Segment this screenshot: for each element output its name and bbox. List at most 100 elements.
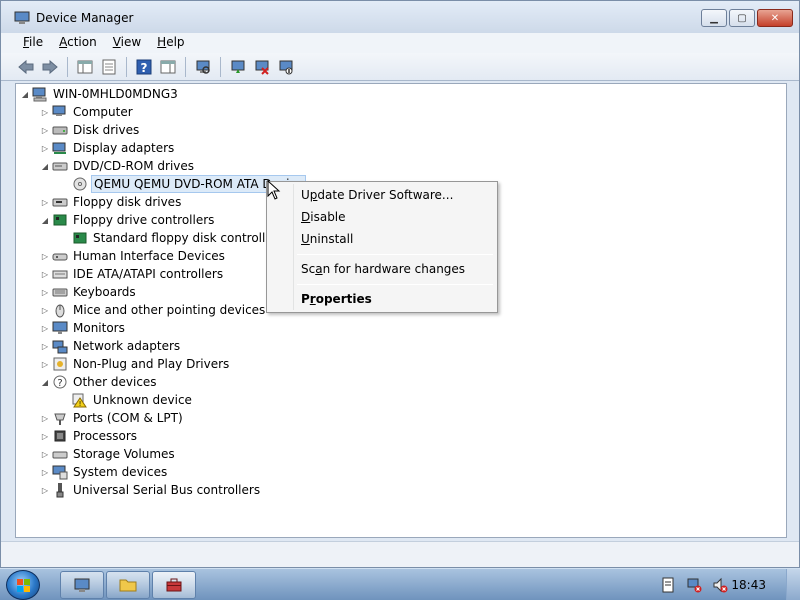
menu-help[interactable]: Help — [149, 33, 192, 53]
uninstall-menu-item[interactable]: Uninstall — [301, 232, 353, 246]
taskbar-server-manager-button[interactable] — [60, 571, 104, 599]
tree-item[interactable]: ◢ DVD/CD-ROM drives — [40, 157, 196, 175]
maximize-icon: ▢ — [737, 12, 747, 24]
tree-item[interactable]: Standard floppy disk controller — [60, 229, 280, 247]
show-desktop-button[interactable] — [786, 569, 800, 600]
properties-button[interactable] — [98, 56, 120, 78]
uninstall-post: ninstall — [309, 232, 354, 246]
tree-item[interactable]: ▷ Monitors — [40, 319, 127, 337]
tree-item[interactable]: ▷ Universal Serial Bus controllers — [40, 481, 262, 499]
display-adapter-icon — [52, 140, 68, 156]
collapse-icon[interactable]: ◢ — [20, 90, 30, 99]
context-menu-separator — [297, 284, 493, 285]
tree-item[interactable]: ▷ Storage Volumes — [40, 445, 177, 463]
tree-item[interactable]: ▷ Ports (COM & LPT) — [40, 409, 185, 427]
toolbar-separator — [67, 56, 68, 77]
taskbar-device-manager-button[interactable] — [152, 571, 196, 599]
collapse-icon[interactable]: ◢ — [40, 378, 50, 387]
device-manager-icon — [14, 11, 30, 24]
mouse-icon — [52, 302, 68, 318]
tree-item[interactable]: ▷ Non-Plug and Play Drivers — [40, 355, 231, 373]
scan-accel: a — [315, 262, 323, 276]
expand-icon[interactable]: ▷ — [40, 324, 50, 333]
tree-item-label: Standard floppy disk controller — [93, 231, 278, 245]
expand-icon[interactable]: ▷ — [40, 432, 50, 441]
tree-item[interactable]: ▷ Disk drives — [40, 121, 141, 139]
collapse-icon[interactable]: ◢ — [40, 162, 50, 171]
network-disconnected-icon[interactable] — [686, 577, 702, 593]
other-devices-icon: ? — [52, 374, 68, 390]
expand-icon[interactable]: ▷ — [40, 306, 50, 315]
tree-item-label: Other devices — [73, 375, 157, 389]
expand-icon[interactable]: ▷ — [40, 414, 50, 423]
tree-item[interactable]: ▷ System devices — [40, 463, 169, 481]
tree-item[interactable]: ▷ Processors — [40, 427, 139, 445]
disable-accel: D — [301, 210, 311, 224]
volume-muted-icon[interactable] — [712, 577, 728, 593]
update-driver-button[interactable] — [227, 56, 249, 78]
scan-pre: Sc — [301, 262, 316, 276]
expand-icon[interactable]: ▷ — [40, 468, 50, 477]
tree-item[interactable]: ▷ Network adapters — [40, 337, 182, 355]
expand-icon[interactable]: ▷ — [40, 450, 50, 459]
scan-hardware-button[interactable] — [192, 56, 214, 78]
menu-view[interactable]: View — [105, 33, 149, 53]
expand-icon[interactable]: ▷ — [40, 126, 50, 135]
uninstall-button[interactable] — [251, 56, 273, 78]
tree-item[interactable]: ◢? Other devices — [40, 373, 159, 391]
tree-root[interactable]: ◢ WIN-0MHLD0MDNG3 — [20, 85, 180, 103]
expand-icon[interactable]: ▷ — [40, 144, 50, 153]
status-bar — [1, 541, 799, 567]
tree-item[interactable]: ▷ IDE ATA/ATAPI controllers — [40, 265, 225, 283]
unknown-device-warning-icon: ! — [72, 392, 88, 408]
tree-item[interactable]: ▷ Human Interface Devices — [40, 247, 227, 265]
scan-hardware-menu-item[interactable]: Scan for hardware changes — [301, 262, 465, 276]
menu-action[interactable]: Action — [51, 33, 105, 53]
update-driver-menu-item[interactable]: Update Driver Software... — [301, 188, 453, 202]
tree-item[interactable]: ▷ Display adapters — [40, 139, 176, 157]
clock[interactable]: 18:43 — [731, 578, 766, 592]
properties-menu-item[interactable]: Properties — [301, 292, 372, 306]
scan-post: n for hardware changes — [322, 262, 466, 276]
dvd-drive-icon — [52, 158, 68, 174]
action-center-icon[interactable] — [660, 577, 676, 593]
toolbar-separator — [126, 56, 127, 77]
dvd-device-icon — [72, 176, 88, 192]
tree-item[interactable]: ! Unknown device — [60, 391, 194, 409]
help-button[interactable]: ? — [133, 56, 155, 78]
forward-button[interactable] — [39, 56, 61, 78]
show-hide-console-tree-button[interactable] — [74, 56, 96, 78]
tree-item[interactable]: ▷ Keyboards — [40, 283, 138, 301]
minimize-button[interactable]: ▁ — [701, 9, 727, 27]
tree-item[interactable]: ▷ Computer — [40, 103, 135, 121]
expand-icon[interactable]: ▷ — [40, 108, 50, 117]
disable-icon — [279, 60, 293, 74]
back-button[interactable] — [15, 56, 37, 78]
tree-item-label: Human Interface Devices — [73, 249, 225, 263]
expand-icon[interactable]: ▷ — [40, 342, 50, 351]
properties-pre: P — [301, 292, 310, 306]
menu-file[interactable]: File — [15, 33, 51, 53]
collapse-icon[interactable]: ◢ — [40, 216, 50, 225]
show-action-pane-button[interactable] — [157, 56, 179, 78]
disable-button[interactable] — [275, 56, 297, 78]
close-button[interactable]: ✕ — [757, 9, 793, 27]
maximize-button[interactable]: ▢ — [729, 9, 755, 27]
tree-item[interactable]: ▷ Floppy disk drives — [40, 193, 183, 211]
tree-item[interactable]: ▷ Mice and other pointing devices — [40, 301, 267, 319]
toolbar-separator — [185, 56, 186, 77]
disable-menu-item[interactable]: Disable — [301, 210, 346, 224]
expand-icon[interactable]: ▷ — [40, 486, 50, 495]
title-bar[interactable]: Device Manager ▁ ▢ ✕ — [1, 1, 799, 33]
computer-icon — [32, 86, 48, 102]
expand-icon[interactable]: ▷ — [40, 252, 50, 261]
tree-item-label: Unknown device — [93, 393, 192, 407]
storage-volume-icon — [52, 446, 68, 462]
expand-icon[interactable]: ▷ — [40, 360, 50, 369]
expand-icon[interactable]: ▷ — [40, 288, 50, 297]
expand-icon[interactable]: ▷ — [40, 270, 50, 279]
start-button[interactable] — [6, 570, 40, 600]
tree-item[interactable]: ◢ Floppy drive controllers — [40, 211, 216, 229]
expand-icon[interactable]: ▷ — [40, 198, 50, 207]
taskbar-explorer-button[interactable] — [106, 571, 150, 599]
